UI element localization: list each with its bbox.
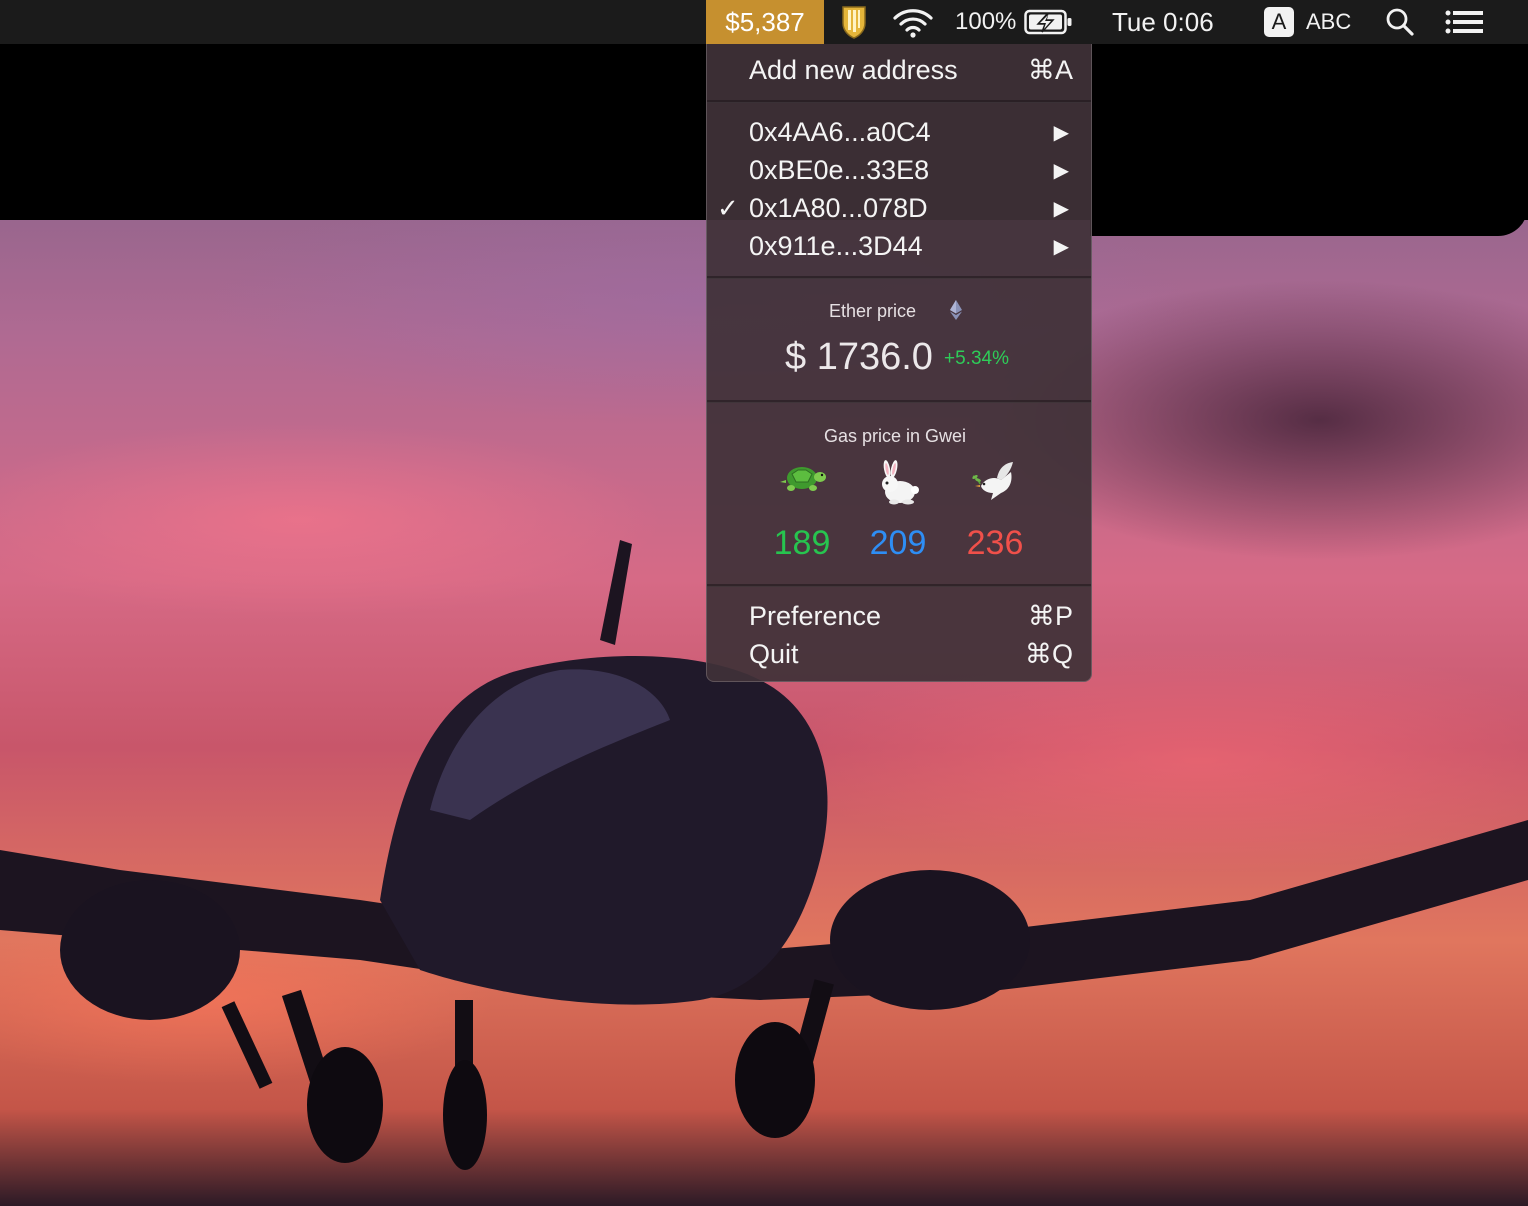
preference-item[interactable]: Preference ⌘P — [707, 597, 1091, 635]
menu-separator — [707, 100, 1091, 103]
gas-price-fast: 236 — [966, 524, 1024, 562]
submenu-arrow-icon: ▶ — [1053, 121, 1069, 144]
black-window-backdrop-edge — [1090, 200, 1528, 236]
wallet-total-status-item[interactable]: $5,387 — [706, 0, 824, 44]
battery-percentage[interactable]: 100% — [955, 0, 1016, 44]
gas-price-slow: 189 — [773, 524, 831, 562]
wifi-icon[interactable] — [890, 0, 936, 44]
submenu-arrow-icon: ▶ — [1053, 197, 1069, 220]
battery-percentage-text: 100% — [955, 8, 1017, 35]
ethereum-icon — [950, 300, 962, 320]
checkmark-icon: ✓ — [717, 192, 739, 223]
gas-price-title: Gas price in Gwei — [824, 426, 967, 446]
quit-label: Quit — [749, 638, 799, 669]
turtle-icon — [757, 460, 847, 510]
preference-shortcut: ⌘P — [1027, 600, 1073, 631]
input-source-badge: A — [1264, 7, 1294, 37]
ether-price-value: $ 1736.0 — [785, 336, 933, 378]
menu-separator — [707, 276, 1091, 279]
shield-icon[interactable] — [838, 0, 870, 44]
add-new-address-label: Add new address — [749, 54, 958, 85]
battery-charging-icon[interactable] — [1024, 0, 1074, 44]
notification-center-icon[interactable] — [1444, 0, 1484, 44]
wallet-dropdown-menu: Add new address ⌘A 0x4AA6...a0C4 ▶ 0xBE0… — [706, 44, 1092, 682]
address-label: 0xBE0e...33E8 — [749, 154, 930, 185]
address-item[interactable]: 0x911e...3D44 ▶ — [707, 227, 1091, 265]
preference-label: Preference — [749, 600, 882, 631]
gas-price-standard: 209 — [869, 524, 927, 562]
rabbit-icon — [853, 460, 943, 510]
address-label: 0x4AA6...a0C4 — [749, 116, 931, 147]
quit-item[interactable]: Quit ⌘Q — [707, 635, 1091, 673]
menu-bar: $5,387 100% Tue 0:06 A ABC — [0, 0, 1528, 44]
address-label: 0x1A80...078D — [749, 192, 928, 223]
spotlight-search-icon[interactable] — [1384, 0, 1416, 44]
address-item[interactable]: 0x4AA6...a0C4 ▶ — [707, 113, 1091, 151]
submenu-arrow-icon: ▶ — [1053, 159, 1069, 182]
input-source-label: ABC — [1306, 9, 1352, 34]
address-label: 0x911e...3D44 — [749, 230, 923, 261]
submenu-arrow-icon: ▶ — [1053, 235, 1069, 258]
ether-price-change: +5.34% — [944, 348, 1009, 369]
address-item[interactable]: 0xBE0e...33E8 ▶ — [707, 151, 1091, 189]
menu-separator — [707, 584, 1091, 587]
quit-shortcut: ⌘Q — [1024, 638, 1073, 669]
address-item-selected[interactable]: ✓ 0x1A80...078D ▶ — [707, 189, 1091, 227]
input-source-menu[interactable]: A ABC — [1264, 0, 1351, 44]
menu-separator — [707, 400, 1091, 403]
dove-icon — [950, 460, 1040, 510]
menubar-clock[interactable]: Tue 0:06 — [1112, 0, 1214, 44]
ether-price-title: Ether price — [829, 301, 917, 321]
add-new-address-item[interactable]: Add new address ⌘A — [707, 51, 1091, 89]
add-new-address-shortcut: ⌘A — [1027, 54, 1073, 85]
clock-text: Tue 0:06 — [1112, 6, 1214, 37]
wallet-total-value: $5,387 — [725, 6, 805, 37]
